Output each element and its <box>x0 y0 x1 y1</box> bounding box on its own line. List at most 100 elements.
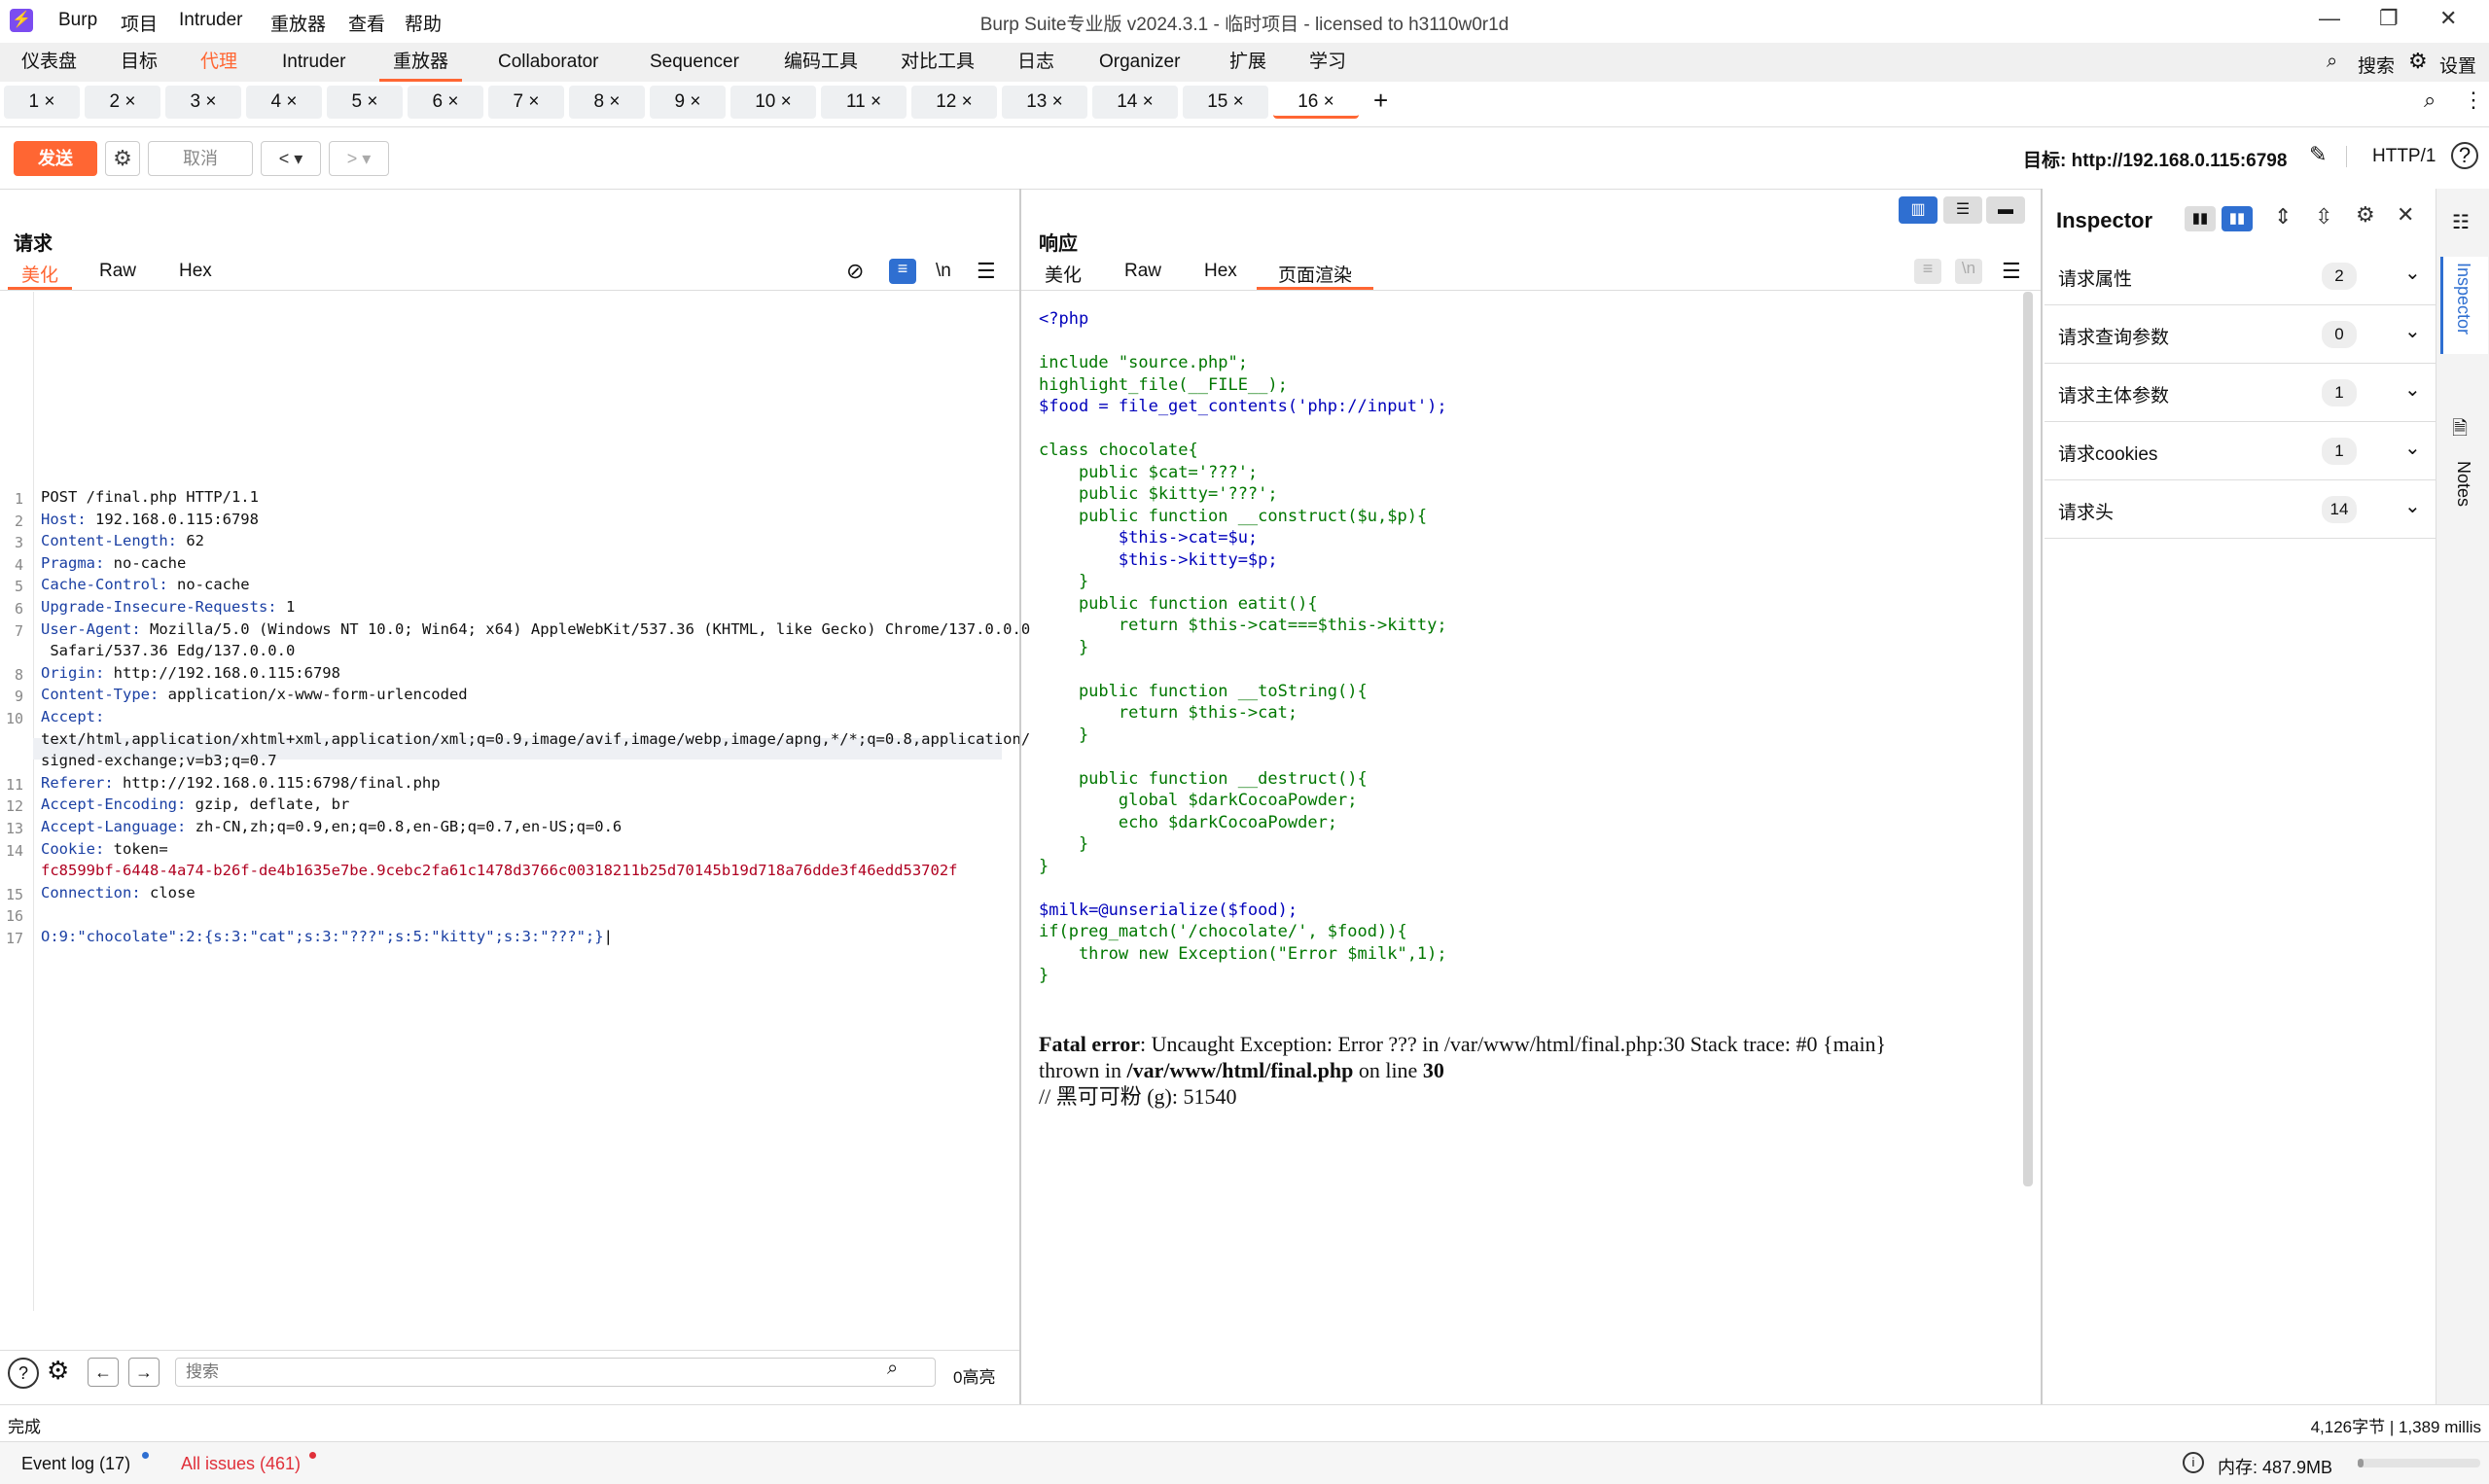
wrap-lines-icon[interactable]: ≡ <box>889 259 916 284</box>
inspector-section[interactable]: 请求属性 2 ⌄ <box>2045 247 2436 305</box>
inspector-side-icon[interactable]: ☷ <box>2452 210 2470 234</box>
tab-sequencer[interactable]: Sequencer <box>636 43 753 82</box>
gear-icon[interactable]: ⚙ <box>47 1356 69 1386</box>
repeater-tab-8[interactable]: 8 × <box>569 86 645 119</box>
close-tab-icon[interactable]: × <box>1227 91 1244 112</box>
inspector-section[interactable]: 请求主体参数 1 ⌄ <box>2045 364 2436 422</box>
repeater-tab-11[interactable]: 11 × <box>821 86 907 119</box>
tab-comparer[interactable]: 对比工具 <box>887 43 988 82</box>
search-icon[interactable]: ⌕ <box>2327 51 2337 73</box>
tab-repeater[interactable]: 重放器 <box>379 43 463 82</box>
menu-icon[interactable]: ☰ <box>2002 259 2021 284</box>
response-scrollbar[interactable] <box>2023 292 2033 1186</box>
close-tab-icon[interactable]: × <box>362 91 377 112</box>
newline-toggle[interactable]: \n <box>936 261 951 282</box>
response-tab-pretty[interactable]: 美化 <box>1045 261 1082 287</box>
all-issues-link[interactable]: All issues (461) <box>181 1454 301 1474</box>
side-tab-notes[interactable]: Notes <box>2453 461 2473 507</box>
help-icon[interactable]: ? <box>2451 142 2478 169</box>
repeater-tab-4[interactable]: 4 × <box>246 86 322 119</box>
tab-intruder[interactable]: Intruder <box>268 43 359 82</box>
info-icon[interactable]: i <box>2183 1452 2204 1473</box>
inspector-layout-icon[interactable]: ▮▮ <box>2185 206 2216 231</box>
response-tab-render[interactable]: 页面渲染 <box>1257 261 1374 290</box>
close-tab-icon[interactable]: × <box>1318 91 1334 112</box>
tab-collaborator[interactable]: Collaborator <box>484 43 613 82</box>
close-tab-icon[interactable]: × <box>956 91 973 112</box>
close-tab-icon[interactable]: × <box>1047 91 1063 112</box>
back-button[interactable]: < ▾ <box>261 141 321 176</box>
search-input[interactable] <box>175 1358 936 1387</box>
previous-match-icon[interactable]: ← <box>88 1358 119 1387</box>
response-tab-raw[interactable]: Raw <box>1124 261 1161 282</box>
repeater-tab-10[interactable]: 10 × <box>730 86 816 119</box>
next-match-icon[interactable]: → <box>128 1358 160 1387</box>
close-window-icon[interactable]: ✕ <box>2439 6 2457 31</box>
request-tab-pretty[interactable]: 美化 <box>8 261 73 290</box>
repeater-tab-7[interactable]: 7 × <box>488 86 564 119</box>
forward-button[interactable]: > ▾ <box>329 141 389 176</box>
http-version[interactable]: HTTP/1 <box>2346 146 2436 167</box>
send-button[interactable]: 发送 <box>14 141 97 176</box>
search-icon[interactable]: ⌕ <box>887 1358 898 1380</box>
chevron-down-icon[interactable]: ⌄ <box>2404 377 2421 402</box>
inspector-section[interactable]: 请求查询参数 0 ⌄ <box>2045 305 2436 364</box>
settings-label[interactable]: 设置 <box>2439 52 2476 78</box>
tab-organizer[interactable]: Organizer <box>1085 43 1193 82</box>
tab-logger[interactable]: 日志 <box>1004 43 1068 82</box>
edit-target-icon[interactable]: ✎ <box>2309 142 2327 167</box>
menu-icon[interactable]: ☰ <box>977 259 996 284</box>
maximize-icon[interactable]: ❐ <box>2379 6 2399 31</box>
tab-target[interactable]: 目标 <box>107 43 171 82</box>
chevron-down-icon[interactable]: ⌄ <box>2404 494 2421 518</box>
inspector-section[interactable]: 请求头 14 ⌄ <box>2045 480 2436 539</box>
tab-dashboard[interactable]: 仪表盘 <box>8 43 90 82</box>
response-tab-hex[interactable]: Hex <box>1204 261 1237 282</box>
cancel-button[interactable]: 取消 <box>148 141 253 176</box>
repeater-tab-14[interactable]: 14 × <box>1092 86 1178 119</box>
close-icon[interactable]: ✕ <box>2397 202 2414 228</box>
chevron-down-icon[interactable]: ⌄ <box>2404 436 2421 460</box>
repeater-tab-16[interactable]: 16 × <box>1273 86 1359 119</box>
request-tab-raw[interactable]: Raw <box>99 261 136 282</box>
collapse-all-icon[interactable]: ⇳ <box>2315 204 2332 230</box>
close-tab-icon[interactable]: × <box>685 91 700 112</box>
tab-learn[interactable]: 学习 <box>1296 43 1360 82</box>
side-tab-inspector[interactable]: Inspector <box>2453 263 2473 335</box>
gear-icon[interactable]: ⚙ <box>105 141 140 176</box>
repeater-tab-9[interactable]: 9 × <box>650 86 726 119</box>
inspector-section[interactable]: 请求cookies 1 ⌄ <box>2045 422 2436 480</box>
close-tab-icon[interactable]: × <box>523 91 539 112</box>
chevron-down-icon[interactable]: ⌄ <box>2404 319 2421 343</box>
close-tab-icon[interactable]: × <box>200 91 216 112</box>
close-tab-icon[interactable]: × <box>604 91 620 112</box>
request-tab-hex[interactable]: Hex <box>179 261 212 282</box>
repeater-tab-6[interactable]: 6 × <box>408 86 483 119</box>
search-icon[interactable]: ⌕ <box>2424 88 2436 113</box>
tab-decoder[interactable]: 编码工具 <box>770 43 871 82</box>
repeater-tab-12[interactable]: 12 × <box>911 86 997 119</box>
hide-nonprintable-icon[interactable]: ⊘ <box>846 259 864 284</box>
minimize-icon[interactable]: — <box>2319 6 2340 31</box>
repeater-tab-1[interactable]: 1 × <box>4 86 80 119</box>
gear-icon[interactable]: ⚙ <box>2408 49 2428 74</box>
close-tab-icon[interactable]: × <box>775 91 792 112</box>
gear-icon[interactable]: ⚙ <box>2356 202 2375 228</box>
inspector-dock-icon[interactable]: ▮▮ <box>2222 206 2253 231</box>
close-tab-icon[interactable]: × <box>120 91 135 112</box>
repeater-tab-5[interactable]: 5 × <box>327 86 403 119</box>
help-icon[interactable]: ? <box>8 1358 39 1389</box>
expand-all-icon[interactable]: ⇕ <box>2274 204 2292 230</box>
chevron-down-icon[interactable]: ⌄ <box>2404 261 2421 285</box>
close-tab-icon[interactable]: × <box>443 91 458 112</box>
add-tab-icon[interactable]: + <box>1373 86 1388 116</box>
close-tab-icon[interactable]: × <box>866 91 881 112</box>
event-log-link[interactable]: Event log (17) <box>21 1454 130 1474</box>
repeater-tab-13[interactable]: 13 × <box>1002 86 1087 119</box>
notes-icon[interactable]: 🗎 <box>2452 414 2468 447</box>
tab-extensions[interactable]: 扩展 <box>1216 43 1280 82</box>
repeater-tab-3[interactable]: 3 × <box>165 86 241 119</box>
close-tab-icon[interactable]: × <box>39 91 54 112</box>
close-tab-icon[interactable]: × <box>1137 91 1154 112</box>
tab-proxy[interactable]: 代理 <box>187 43 251 82</box>
